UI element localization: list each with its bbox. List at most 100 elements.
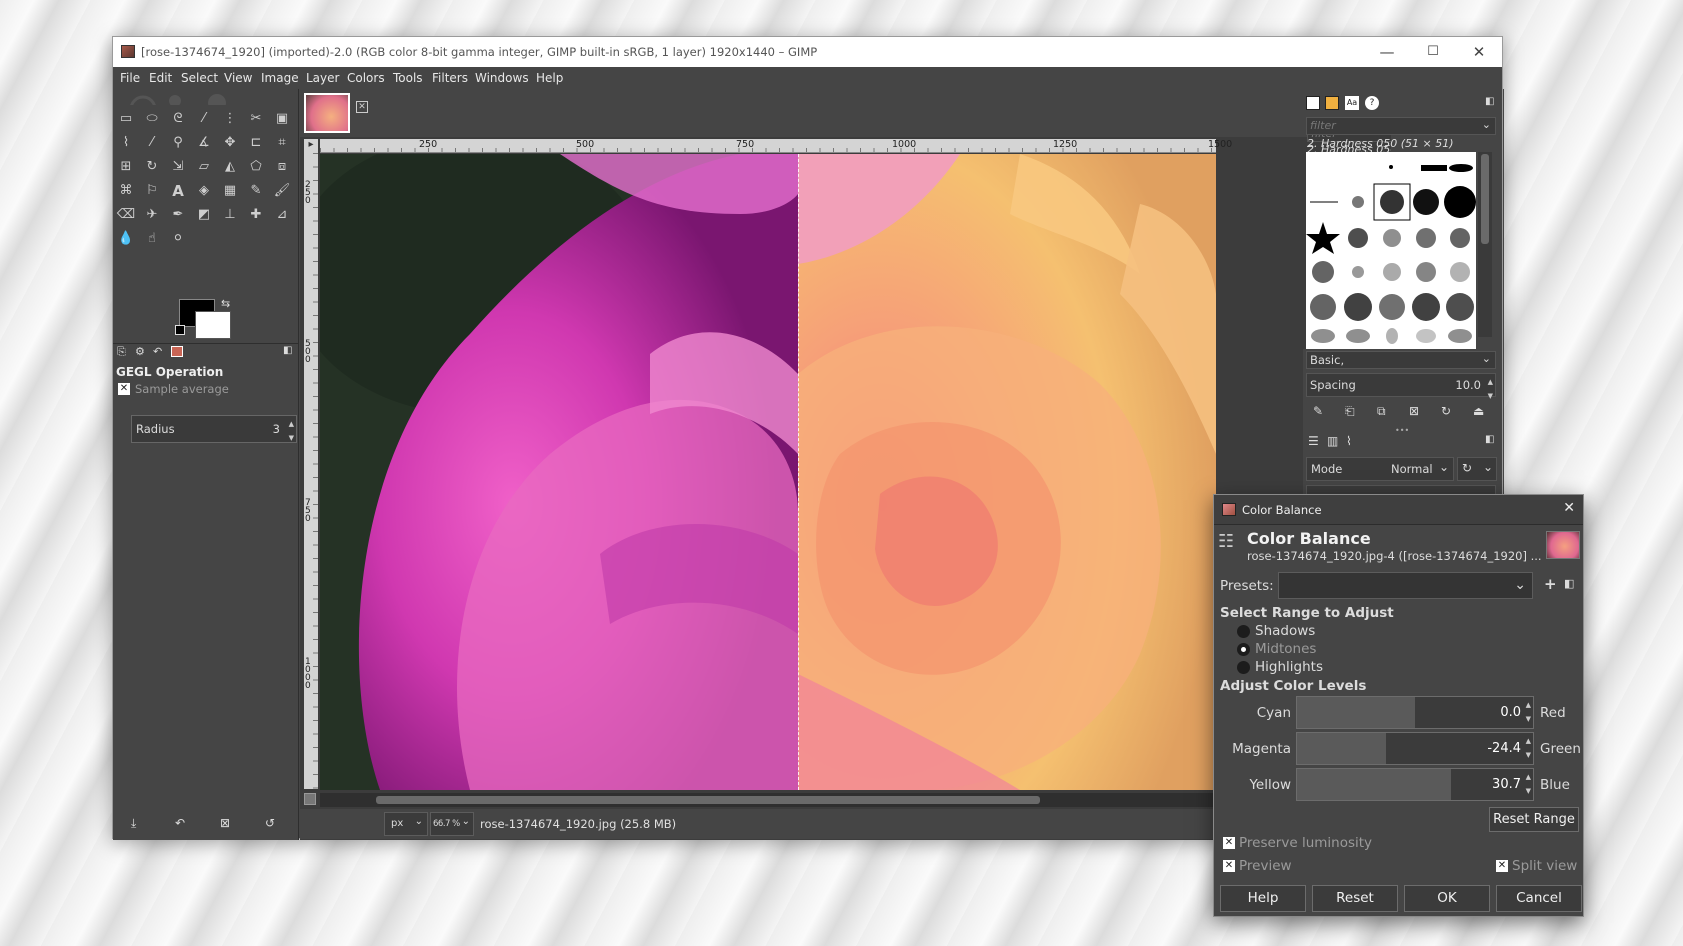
fuzzy-select-icon[interactable]: ⁄ (194, 109, 214, 129)
spacing-spinner-icon[interactable]: ▲ ▼ (1488, 375, 1493, 403)
menu-colors[interactable]: Colors (347, 71, 385, 85)
help-tab-icon[interactable]: ? (1365, 96, 1379, 110)
split-view-label[interactable]: Split view (1512, 858, 1577, 874)
shear-icon[interactable]: ▱ (194, 157, 214, 177)
reset-range-button[interactable]: Reset Range (1489, 807, 1579, 832)
horizontal-scroll-thumb[interactable] (376, 796, 1040, 804)
vertical-ruler[interactable]: 2 5 0 5 0 0 7 5 0 1 0 0 0 (304, 153, 318, 789)
preserve-luminosity-label[interactable]: Preserve luminosity (1239, 835, 1372, 851)
cyan-red-spinner-icon[interactable]: ▲ ▼ (1526, 698, 1531, 726)
menu-filters[interactable]: Filters (432, 71, 468, 85)
lasso-icon[interactable]: ᘓ (168, 109, 188, 129)
zoom-select[interactable]: 66.7 % ⌄ (430, 812, 474, 836)
foreground-select-icon[interactable]: ▣ (272, 109, 292, 129)
reset-options-icon[interactable]: ↺ (265, 816, 275, 830)
yellow-blue-spinner-icon[interactable]: ▲ ▼ (1526, 770, 1531, 798)
ellipse-select-icon[interactable]: ⬭ (142, 109, 162, 129)
new-brush-icon[interactable]: ⎗ (1345, 404, 1355, 419)
scale-icon[interactable]: ⇲ (168, 157, 188, 177)
swap-colors-icon[interactable]: ⇆ (221, 297, 230, 310)
unit-select[interactable]: px ⌄ (384, 812, 428, 836)
delete-brush-icon[interactable]: ⊠ (1409, 404, 1419, 418)
radius-spinbox[interactable]: Radius 3 ▲ ▼ (131, 415, 297, 443)
horizontal-scrollbar[interactable] (320, 793, 1216, 807)
duplicate-brush-icon[interactable]: ⧉ (1377, 404, 1386, 419)
perspective-clone-icon[interactable]: ⊿ (272, 205, 292, 225)
menu-file[interactable]: File (120, 71, 140, 85)
paths-icon[interactable]: ⌇ (116, 133, 136, 153)
dialog-close-button[interactable]: ✕ (1563, 500, 1575, 516)
undo-history-tab-icon[interactable]: ↶ (153, 345, 162, 358)
add-preset-icon[interactable]: + (1544, 575, 1557, 593)
smudge-icon[interactable]: ☝ (142, 229, 162, 249)
edit-brush-icon[interactable]: ✎ (1313, 404, 1323, 418)
menu-help[interactable]: Help (536, 71, 563, 85)
reset-button[interactable]: Reset (1312, 885, 1398, 912)
brush-grid-scroll-thumb[interactable] (1481, 154, 1489, 244)
crop-icon[interactable]: ⌗ (272, 133, 292, 153)
ink-icon[interactable]: ✒ (168, 205, 188, 225)
menu-select[interactable]: Select (181, 71, 218, 85)
quick-mask-menu-icon[interactable]: ▸ (304, 139, 318, 153)
pencil-icon[interactable]: ✎ (246, 181, 266, 201)
horizontal-ruler[interactable]: 250 500 750 1000 1250 1500 (320, 139, 1232, 153)
split-view-checkbox[interactable]: ✕ (1496, 860, 1508, 872)
tool-options-tab-icon[interactable]: ⎘ (117, 345, 126, 359)
background-color-swatch[interactable] (195, 311, 231, 339)
brush-filter-input[interactable]: filter ⌄ (1306, 117, 1496, 135)
rotate-icon[interactable]: ↻ (142, 157, 162, 177)
bucket-fill-icon[interactable]: ◈ (194, 181, 214, 201)
highlights-radio[interactable] (1237, 661, 1250, 674)
layers-tab-icon[interactable]: ☰ (1308, 434, 1319, 448)
midtones-label[interactable]: Midtones (1255, 641, 1316, 657)
move-icon[interactable]: ✥ (220, 133, 240, 153)
menu-windows[interactable]: Windows (475, 71, 529, 85)
brush-grid-scrollbar[interactable] (1478, 152, 1492, 337)
text-tool-icon[interactable]: A (168, 181, 188, 201)
image-tab-thumbnail[interactable] (304, 93, 350, 133)
configure-tab-icon[interactable]: ◧ (1485, 96, 1494, 107)
preview-label[interactable]: Preview (1239, 858, 1292, 874)
paintbrush-icon[interactable]: 🖌 (272, 181, 292, 201)
warp-transform-icon[interactable]: ⌘ (116, 181, 136, 201)
images-tab-icon[interactable] (171, 346, 183, 357)
yellow-blue-slider[interactable]: 30.7 ▲ ▼ (1296, 768, 1534, 801)
delete-options-icon[interactable]: ⊠ (220, 816, 230, 830)
airbrush-icon[interactable]: ✈ (142, 205, 162, 225)
close-tab-icon[interactable]: ✕ (356, 101, 368, 113)
sample-average-checkbox[interactable]: ✕ (118, 383, 130, 395)
shadows-label[interactable]: Shadows (1255, 623, 1315, 639)
blur-icon[interactable]: 💧 (116, 229, 136, 249)
zoom-icon[interactable]: ⚲ (168, 133, 188, 153)
color-picker-icon[interactable]: ⁄ (142, 133, 162, 153)
preview-checkbox[interactable]: ✕ (1223, 860, 1235, 872)
gradient-icon[interactable]: ▦ (220, 181, 240, 201)
fonts-tab-icon[interactable]: Aa (1345, 96, 1359, 110)
refresh-brushes-icon[interactable]: ↻ (1441, 404, 1451, 418)
open-brush-as-image-icon[interactable]: ⏏ (1473, 404, 1484, 418)
paths-tab-icon[interactable]: ⌇ (1346, 434, 1352, 448)
magenta-green-spinner-icon[interactable]: ▲ ▼ (1526, 734, 1531, 762)
channels-tab-icon[interactable]: ▥ (1327, 434, 1338, 448)
menu-tools[interactable]: Tools (393, 71, 423, 85)
preserve-luminosity-checkbox[interactable]: ✕ (1223, 837, 1235, 849)
rect-select-icon[interactable]: ▭ (116, 109, 136, 129)
device-status-tab-icon[interactable]: ⚙ (135, 345, 145, 358)
dodge-burn-icon[interactable]: ⚪ (168, 229, 188, 249)
menu-layer[interactable]: Layer (306, 71, 339, 85)
save-options-icon[interactable]: ⤓ (131, 816, 136, 831)
ok-button[interactable]: OK (1404, 885, 1490, 912)
canvas-image[interactable] (320, 154, 1216, 790)
maximize-button[interactable]: ☐ (1410, 37, 1456, 67)
highlights-label[interactable]: Highlights (1255, 659, 1323, 675)
presets-select[interactable]: ⌄ (1278, 572, 1533, 599)
eraser-icon[interactable]: ⌫ (116, 205, 136, 225)
heal-icon[interactable]: ✚ (246, 205, 266, 225)
spacing-spinbox[interactable]: Spacing 10.0 ▲ ▼ (1306, 373, 1496, 400)
patterns-tab-icon[interactable] (1325, 96, 1339, 110)
layer-composite-select[interactable]: ↻ ⌄ (1457, 457, 1497, 481)
menu-edit[interactable]: Edit (149, 71, 172, 85)
clone-icon[interactable]: ⊥ (220, 205, 240, 225)
brushes-tab-icon[interactable] (1306, 96, 1320, 110)
cage-transform-icon[interactable]: ⧈ (272, 157, 292, 177)
